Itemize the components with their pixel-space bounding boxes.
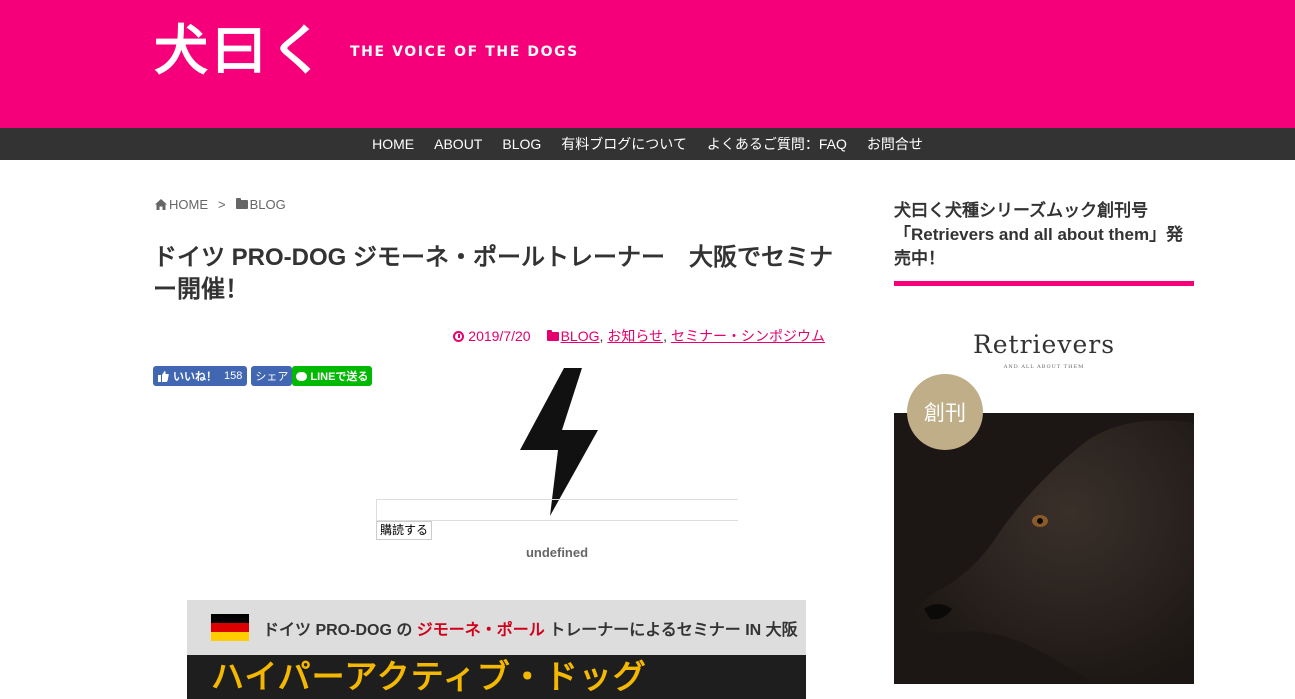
- share-buttons: いいね！ 158 シェア LINEで送る: [153, 366, 373, 386]
- nav-item-paid-blog[interactable]: 有料ブログについて: [561, 134, 687, 154]
- book-badge: 創刊: [907, 374, 983, 450]
- banner-line: ドイツ PRO-DOG の ジモーネ・ポール トレーナーによるセミナー IN 大…: [263, 616, 798, 640]
- post-meta: 2019/7/20 BLOG, お知らせ, セミナー・シンポジウム: [453, 326, 825, 346]
- subscribe-button[interactable]: 購読する: [376, 521, 433, 540]
- folder-icon: [235, 198, 248, 209]
- nav-item-contact[interactable]: お問合せ: [867, 134, 923, 154]
- banner-header: ドイツ PRO-DOG の ジモーネ・ポール トレーナーによるセミナー IN 大…: [187, 600, 806, 655]
- post-title: ドイツ PRO-DOG ジモーネ・ポールトレーナー 大阪でセミナー開催！: [153, 244, 834, 303]
- germany-flag-icon: [211, 613, 249, 642]
- home-icon: [155, 199, 167, 210]
- category-link-blog[interactable]: BLOG: [561, 328, 600, 344]
- line-share-button[interactable]: LINEで送る: [292, 366, 373, 386]
- nav-item-home[interactable]: HOME: [372, 136, 414, 152]
- dog-photo: [894, 413, 1194, 684]
- subscribe-status: undefined: [525, 545, 589, 560]
- site-tagline: THE VOICE OF THE DOGS: [350, 44, 579, 60]
- site-header: 犬曰く THE VOICE OF THE DOGS: [0, 0, 1295, 128]
- category-link-seminar[interactable]: セミナー・シンポジウム: [671, 326, 825, 346]
- breadcrumb-home[interactable]: HOME: [169, 197, 208, 212]
- book-subtitle: AND ALL ABOUT THEM: [1003, 364, 1085, 370]
- breadcrumb: HOME > BLOG: [155, 197, 286, 212]
- banner-prefix: ドイツ PRO-DOG の: [263, 621, 417, 639]
- banner-highlight: ジモーネ・ポール: [416, 621, 545, 639]
- nav-item-about[interactable]: ABOUT: [434, 136, 482, 152]
- breadcrumb-category[interactable]: BLOG: [250, 197, 286, 212]
- sidebar-widget-title: 犬曰く犬種シリーズムック創刊号「Retrievers and all about…: [894, 201, 1184, 268]
- clock-icon: [453, 330, 465, 342]
- banner-catchphrase: ハイパーアクティブ・ドッグ: [211, 658, 647, 695]
- facebook-share-button[interactable]: シェア: [251, 366, 293, 386]
- book-cover-image[interactable]: Retrievers AND ALL ABOUT THEM 創刊: [894, 318, 1194, 684]
- thumbs-up-icon: [158, 370, 169, 382]
- banner-suffix: トレーナーによるセミナー IN 大阪: [544, 621, 798, 639]
- seminar-banner[interactable]: ドイツ PRO-DOG の ジモーネ・ポール トレーナーによるセミナー IN 大…: [187, 600, 806, 699]
- category-folder-icon: [546, 329, 559, 341]
- dog-silhouette: [894, 413, 1194, 684]
- share-label: シェア: [255, 371, 289, 383]
- logo-text: 犬曰く: [154, 18, 328, 82]
- post-date: 2019/7/20: [468, 328, 531, 344]
- nav-item-faq[interactable]: よくあるご質問：FAQ: [707, 134, 847, 154]
- main-nav: HOME ABOUT BLOG 有料ブログについて よくあるご質問：FAQ お問…: [0, 128, 1295, 160]
- lightning-icon: [520, 368, 598, 516]
- site-logo[interactable]: 犬曰く: [154, 18, 328, 82]
- line-icon: [296, 371, 308, 381]
- book-title: Retrievers: [972, 330, 1116, 359]
- nav-item-blog[interactable]: BLOG: [502, 136, 541, 152]
- breadcrumb-separator: >: [218, 197, 226, 212]
- widget-title-underline: [894, 281, 1194, 286]
- subscribe-input[interactable]: [376, 499, 738, 521]
- like-count: 158: [224, 370, 243, 382]
- banner-body: ハイパーアクティブ・ドッグ: [187, 655, 806, 699]
- like-label: いいね！: [173, 371, 217, 383]
- line-label: LINEで送る: [310, 371, 369, 383]
- category-link-news[interactable]: お知らせ: [607, 326, 663, 346]
- facebook-like-button[interactable]: いいね！ 158: [153, 366, 248, 386]
